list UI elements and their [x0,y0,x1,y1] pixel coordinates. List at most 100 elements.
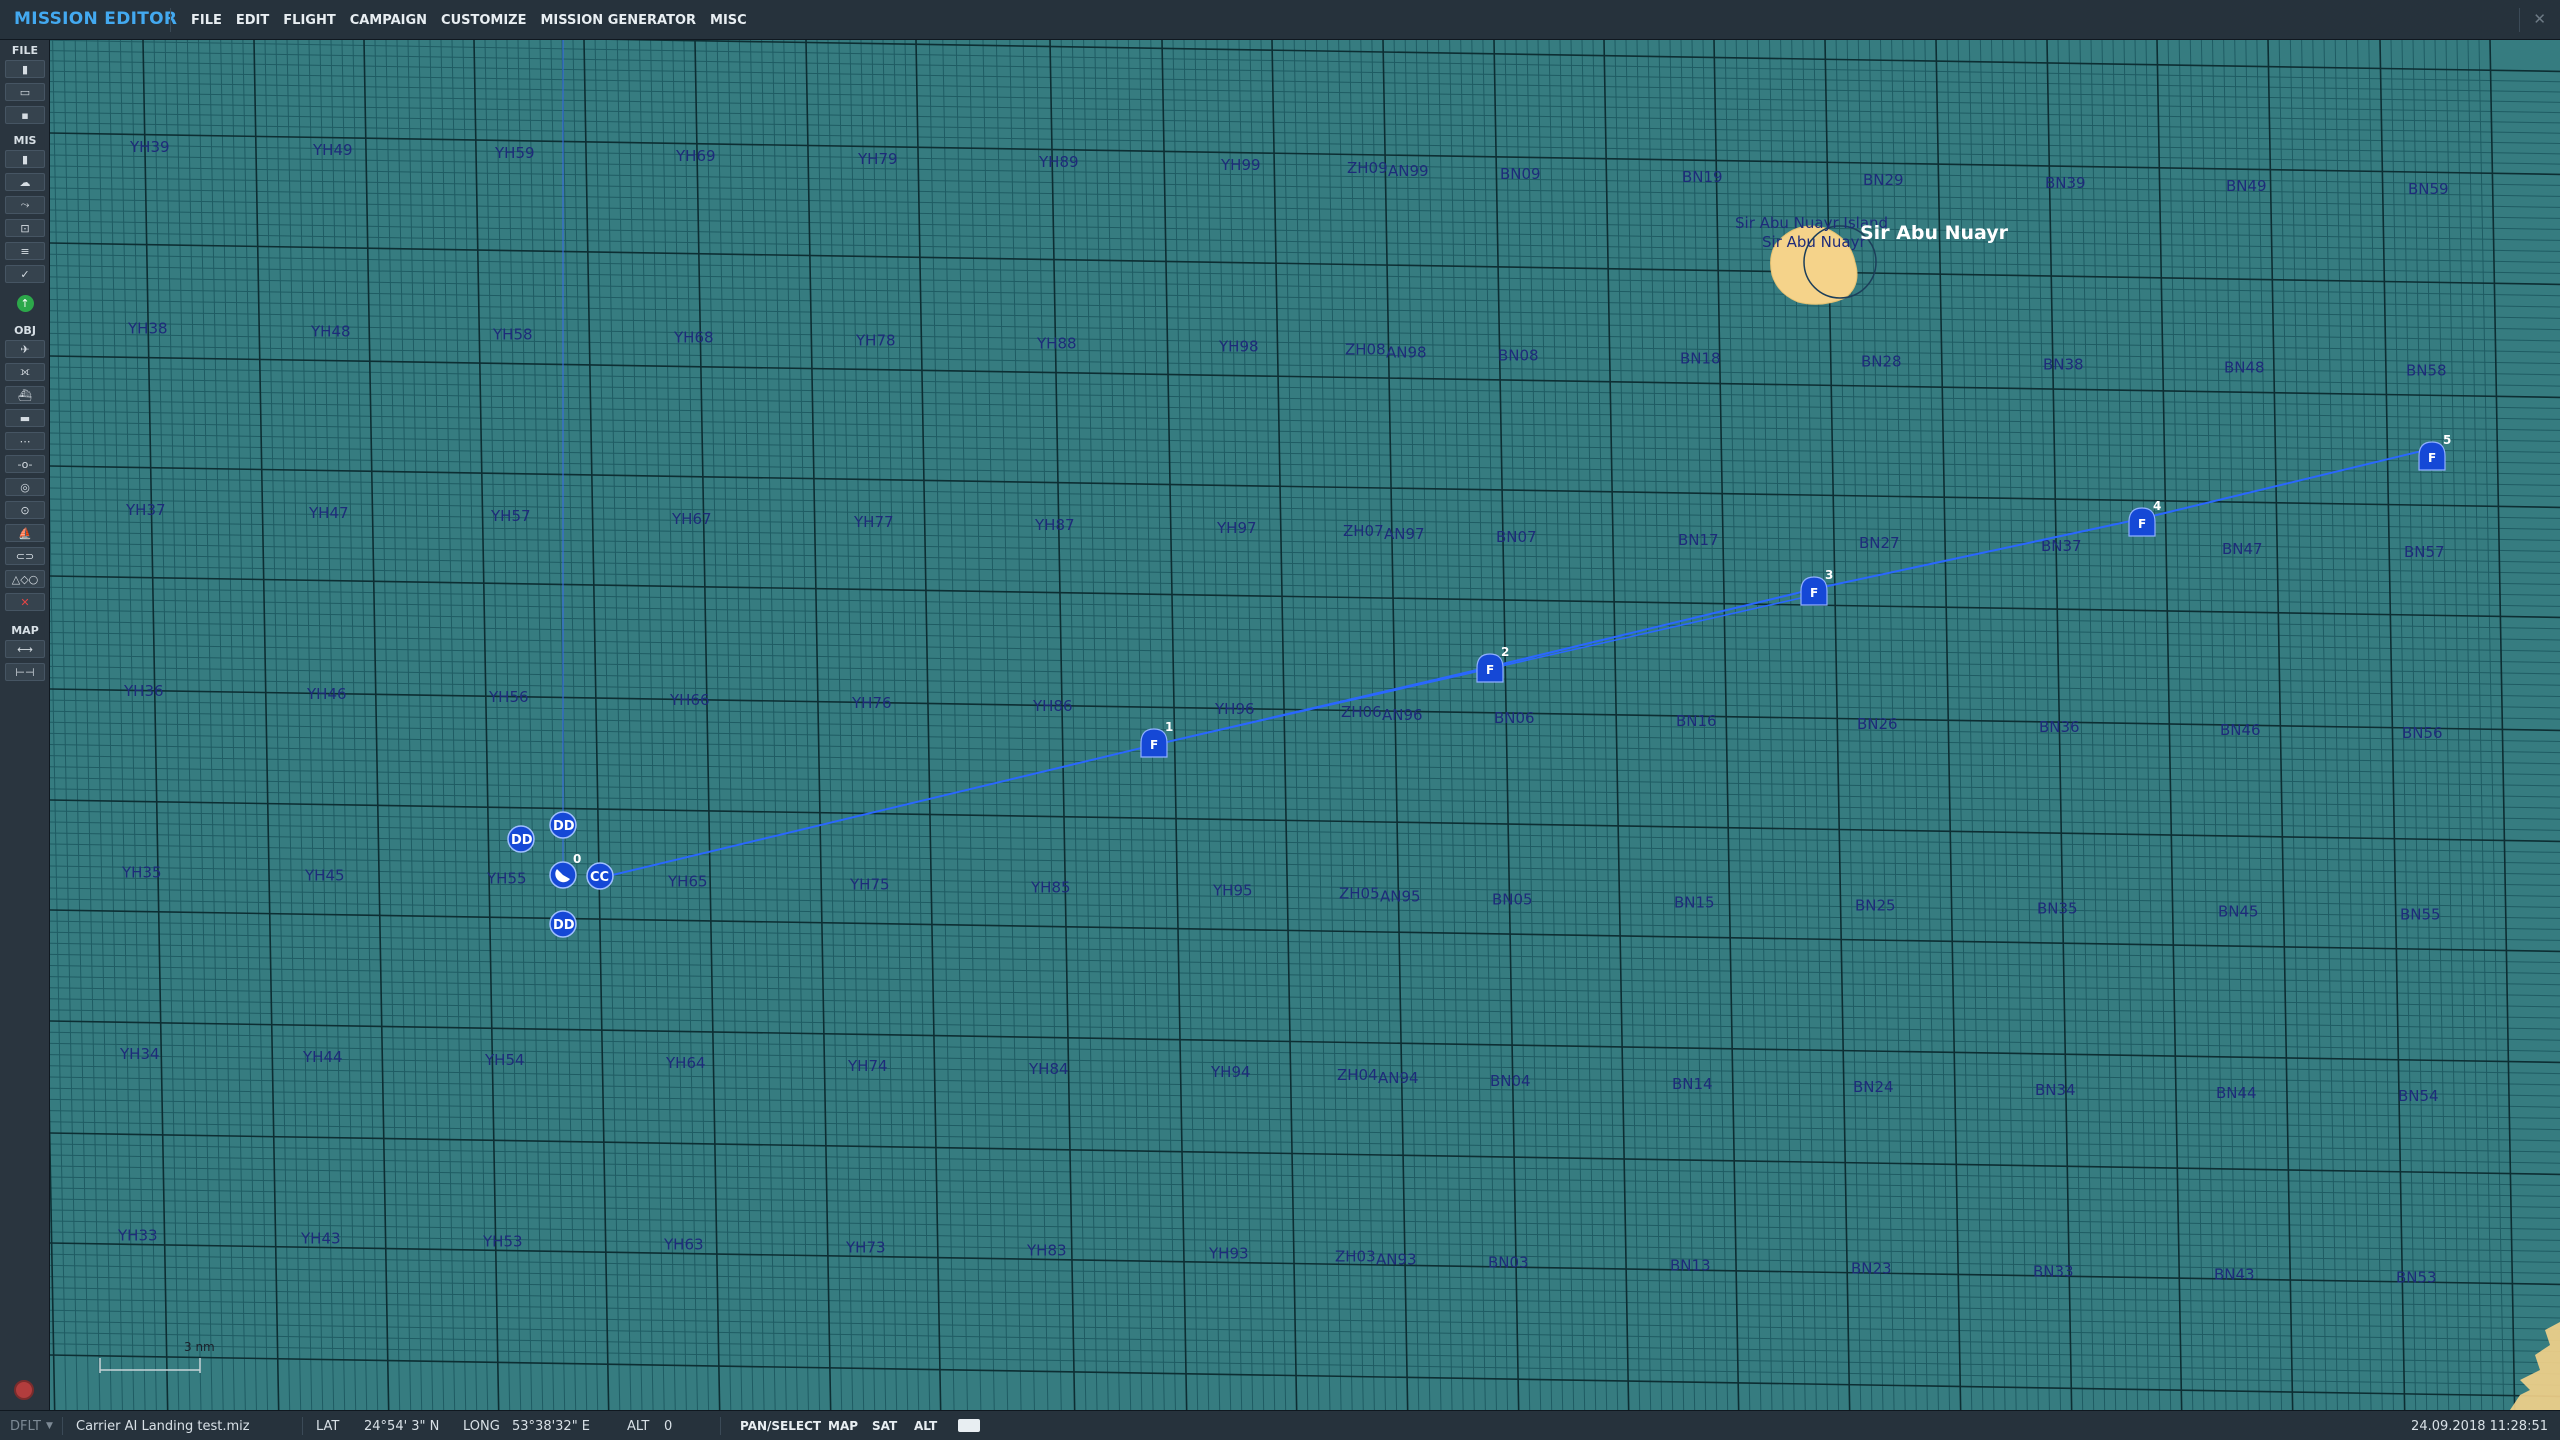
minor-grid-line [50,1309,2560,1353]
minor-grid-line [1338,40,1364,1410]
alt-label: ALT [627,1419,650,1434]
menu-file[interactable]: FILE [190,11,223,30]
alt-mode-button[interactable]: ALT [908,1416,943,1436]
minor-grid-line [50,165,2560,208]
triggers-button[interactable]: ⤳ [5,196,45,214]
minor-grid-line [1282,40,1309,1410]
minor-grid-line [50,50,2560,93]
minor-grid-line [1315,40,1342,1410]
minor-grid-line [297,40,324,1410]
waypoint-number: 1 [1165,720,1173,734]
minor-grid-line [1327,40,1353,1410]
map-canvas[interactable]: YH39 YH49 YH59 YH69 YH79 YH89 YH99 ZH09 AN99 BN09… [50,40,2560,1410]
sat-mode-button[interactable]: SAT [866,1416,903,1436]
weather-button[interactable]: ☁ [5,173,45,191]
ship-symbol: CC [590,870,609,885]
templates-button[interactable]: ⊂⊃ [5,547,45,565]
add-vehicle-button[interactable]: ▬ [5,409,45,427]
minor-grid-line [2013,40,2039,1410]
minor-grid-line [50,1087,2560,1131]
grid-label: BN43 [2214,1265,2255,1283]
check-button[interactable]: ✓ [5,265,45,283]
add-helicopter-button[interactable]: ⟗ [5,363,45,381]
map-view[interactable]: YH39 YH49 YH59 YH69 YH79 YH89 YH99 ZH09 AN99 BN09… [50,40,2560,1410]
grid-label: BN17 [1678,531,1719,549]
ship-dd-south[interactable]: DD [549,910,577,938]
minor-grid-line [50,520,2560,563]
ship-dd-north[interactable]: DD [549,811,577,839]
airbase-button[interactable]: ⛵ [5,524,45,542]
minor-grid-line [50,220,2560,263]
grid-label: YH75 [849,876,890,894]
add-zone-button[interactable]: ◎ [5,478,45,496]
briefing-button[interactable]: ▮ [5,150,45,168]
grid-label: YH34 [119,1045,160,1063]
ship-dd-west[interactable]: DD [507,825,535,853]
add-plane-button[interactable]: ✈ [5,340,45,358]
minor-grid-line [50,122,2560,165]
save-mission-button[interactable]: ▪ [5,106,45,124]
minor-grid-line [462,40,489,1410]
island-sublabel-2: Sir Abu Nuayr [1762,233,1866,251]
menu-flight[interactable]: FLIGHT [282,11,336,30]
menu-customize[interactable]: CUSTOMIZE [440,11,527,30]
minor-grid-line [2445,40,2472,1410]
minor-grid-line [50,509,2560,552]
fly-mission-button[interactable]: ↑ [5,294,45,312]
minor-grid-line [955,40,982,1410]
profile-select[interactable]: DFLT [10,1419,41,1434]
minor-grid-line [761,40,787,1410]
open-mission-button[interactable]: ▭ [5,83,45,101]
minor-grid-line [50,810,2560,853]
goals-button[interactable]: ⊡ [5,219,45,237]
waypoint-4[interactable]: F 4 [2128,499,2161,537]
menu-edit[interactable]: EDIT [235,11,270,30]
minor-grid-line [86,40,112,1410]
grid-label: BN25 [1855,897,1896,915]
add-target-button[interactable]: ⊙ [5,501,45,519]
minor-grid-line [2123,40,2150,1410]
minor-grid-line [50,931,2560,975]
minor-grid-line [1127,40,1154,1410]
menu-misc[interactable]: MISC [709,11,748,30]
minor-grid-line [50,366,2560,409]
close-icon[interactable]: ✕ [2533,10,2546,28]
minor-grid-line [2090,40,2117,1410]
add-static-button[interactable]: -o- [5,455,45,473]
minor-grid-line [705,40,732,1410]
new-mission-button[interactable]: ▮ [5,60,45,78]
start-number: 0 [573,852,581,866]
grid-label: YH84 [1028,1060,1069,1078]
record-icon[interactable] [14,1380,34,1400]
grid-label: BN09 [1500,165,1541,183]
delete-button[interactable]: ✕ [5,593,45,611]
add-ship-button[interactable]: ⛴ [5,386,45,404]
minor-grid-line [50,70,2560,114]
ruler-button[interactable]: ⟷ [5,640,45,658]
main-menu: FILE EDIT FLIGHT CAMPAIGN CUSTOMIZE MISS… [190,0,748,40]
shapes-button[interactable]: △◇○ [5,570,45,588]
add-group-button[interactable]: ⋯ [5,432,45,450]
grid-label: YH94 [1210,1063,1251,1081]
minor-grid-line [50,1343,2560,1386]
minor-grid-line [50,721,2560,765]
options-button[interactable]: ≡ [5,242,45,260]
minor-grid-line [2478,40,2505,1410]
chevron-down-icon[interactable]: ▼ [46,1421,53,1431]
menu-campaign[interactable]: CAMPAIGN [349,11,428,30]
island-sir-abu-nuayr[interactable]: Sir Abu Nuayr Island Sir Abu Nuayr Sir A… [1735,214,2009,305]
measure-button[interactable]: ⊢⊣ [5,663,45,681]
waypoint-5[interactable]: F 5 [2418,433,2451,471]
minor-grid-line [1614,40,1641,1410]
grid-label: YH35 [121,864,162,882]
ship-cc[interactable]: CC [586,862,614,890]
camera-icon[interactable] [958,1419,980,1432]
grid-label: BN07 [1496,528,1537,546]
grid-label: YH74 [847,1057,888,1075]
divider [302,1417,303,1435]
minor-grid-line [50,1187,2560,1230]
menu-mission-generator[interactable]: MISSION GENERATOR [540,11,698,30]
pan-select-button[interactable]: PAN/SELECT [734,1416,827,1436]
minor-grid-line [1592,40,1619,1410]
map-mode-button[interactable]: MAP [822,1416,864,1436]
